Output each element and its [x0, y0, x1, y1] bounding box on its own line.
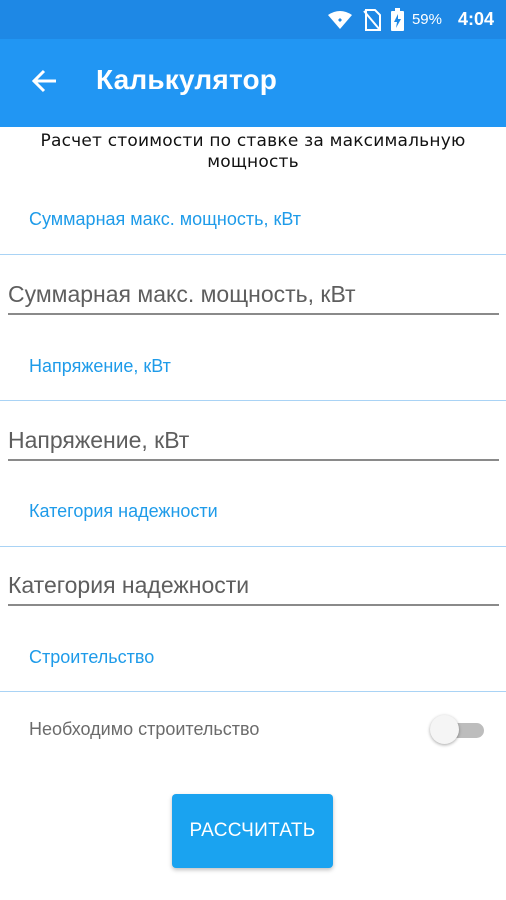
calculate-button[interactable]: РАССЧИТАТЬ — [172, 794, 333, 868]
page-subtitle: Расчет стоимости по ставке за максимальн… — [40, 131, 466, 172]
no-sim-icon — [363, 8, 381, 31]
power-input[interactable] — [8, 275, 499, 315]
status-icons: 59% 4:04 — [327, 0, 494, 39]
status-bar: 59% 4:04 — [0, 0, 506, 39]
power-section-label: Суммарная макс. мощность, кВт — [29, 209, 302, 229]
reliability-section-divider — [0, 546, 506, 547]
construction-section-label: Строительство — [29, 647, 155, 667]
arrow-left-icon — [30, 67, 58, 100]
construction-toggle-label: Необходимо строительство — [29, 719, 260, 739]
switch-thumb — [430, 715, 459, 744]
reliability-section-label: Категория надежности — [29, 501, 218, 521]
battery-charging-icon — [390, 8, 404, 31]
construction-section-divider — [0, 691, 506, 692]
reliability-input[interactable] — [8, 566, 499, 606]
battery-percent: 59% — [411, 11, 442, 28]
voltage-section-divider — [0, 400, 506, 401]
back-button[interactable] — [26, 65, 62, 101]
construction-switch[interactable] — [430, 714, 486, 746]
clock: 4:04 — [457, 9, 494, 29]
page-title: Калькулятор — [96, 64, 278, 95]
voltage-input[interactable] — [8, 421, 499, 461]
voltage-section-label: Напряжение, кВт — [29, 356, 171, 376]
app-bar: Калькулятор — [0, 39, 506, 127]
wifi-icon — [327, 10, 353, 30]
power-section-divider — [0, 254, 506, 255]
